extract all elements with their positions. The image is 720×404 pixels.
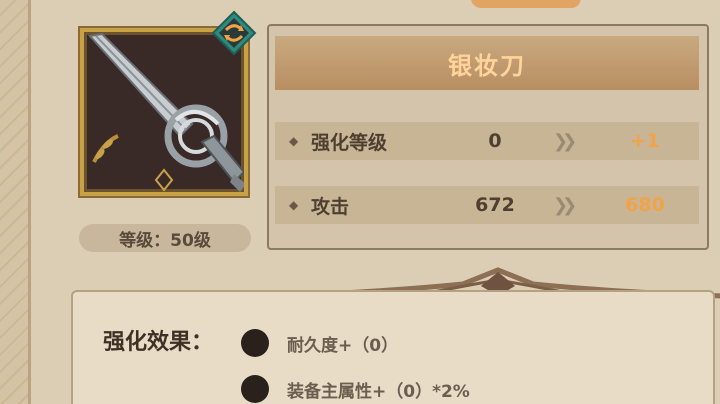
effect-text: 装备主属性+（0）*2% [287, 381, 470, 402]
bullet-icon: ◆ [289, 134, 299, 148]
item-info-box: 银妆刀 ◆ 强化等级 0 ❯❯ +1 ◆ 攻击 672 ❯❯ 680 [267, 24, 709, 250]
effect-item: 装备主属性+（0）*2% [241, 372, 470, 404]
left-border-decoration [0, 0, 28, 404]
effect-item: 耐久度+（0） [241, 326, 398, 360]
swap-icon[interactable] [211, 10, 257, 56]
effects-title: 强化效果： [103, 330, 214, 355]
effect-text: 耐久度+（0） [287, 335, 399, 356]
item-upgrade-panel: 等级：50级 银妆刀 ◆ 强化等级 0 ❯❯ +1 ◆ 攻击 672 ❯❯ 68… [28, 0, 720, 404]
stat-next-value: +1 [630, 130, 660, 152]
bullet-icon: ◆ [289, 198, 299, 212]
item-name: 银妆刀 [275, 36, 699, 90]
sword-icon [88, 32, 244, 192]
stat-row-enhance-level: ◆ 强化等级 0 ❯❯ +1 [275, 122, 699, 160]
stat-current-value: 0 [488, 130, 502, 152]
stat-row-attack: ◆ 攻击 672 ❯❯ 680 [275, 186, 699, 224]
stat-label: 攻击 [311, 195, 350, 218]
arrow-right-icon: ❯❯ [553, 194, 577, 216]
top-ornament [471, 0, 581, 8]
stat-label: 强化等级 [311, 131, 388, 154]
arrow-right-icon: ❯❯ [553, 130, 577, 152]
effect-dot-icon [241, 375, 269, 403]
enhance-effects-box: 强化效果： 耐久度+（0） 装备主属性+（0）*2% [71, 290, 715, 404]
item-level-label: 等级：50级 [79, 224, 251, 252]
stat-next-value: 680 [625, 194, 665, 216]
stat-current-value: 672 [475, 194, 515, 216]
effect-dot-icon [241, 329, 269, 357]
